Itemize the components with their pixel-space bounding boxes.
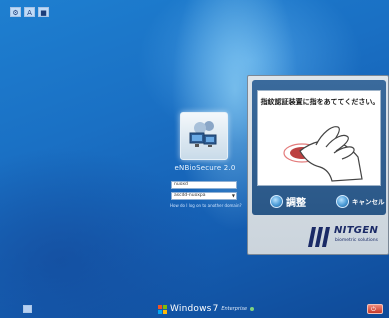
user-name: eNBioSecure 2.0 <box>174 164 236 172</box>
settings-icon[interactable]: ⚙ <box>10 7 21 17</box>
hand-on-sensor-icon <box>283 126 363 182</box>
top-toolbar: ⚙ A ■ <box>10 7 49 17</box>
windows-branding: Windows 7 Enterprise <box>158 304 255 314</box>
nitgen-logo-icon <box>308 227 330 247</box>
cancel-button[interactable]: キャンセル <box>336 193 385 209</box>
domain-value: ascdd-nuoxpa <box>174 193 206 198</box>
version-label: 7 <box>212 304 219 314</box>
brand-name: NITGEN <box>334 225 379 236</box>
cancel-label: キャンセル <box>352 198 385 206</box>
edition-label: Enterprise <box>221 306 248 312</box>
username-field[interactable]: nuoxd <box>171 181 237 189</box>
instruction-box: 指紋認証装置に指をあててください。 <box>257 90 381 186</box>
fingerprint-dialog: 指紋認証装置に指をあててください。 調整 キャンセル NITGEN biomet… <box>247 75 389 255</box>
windows-label: Windows <box>170 304 212 314</box>
windows-logo-icon <box>158 304 167 314</box>
monitor-icon[interactable]: ■ <box>38 7 49 17</box>
cancel-icon <box>336 194 349 208</box>
adjust-button[interactable]: 調整 <box>270 193 306 209</box>
adjust-label: 調整 <box>286 197 306 209</box>
nitgen-logo: NITGEN biometric solutions <box>304 221 388 251</box>
status-dot <box>250 307 255 311</box>
ease-of-access-icon[interactable] <box>23 305 32 313</box>
power-icon: ⏻ <box>371 306 376 313</box>
chevron-down-icon: ▼ <box>231 193 235 198</box>
brand-tagline: biometric solutions <box>335 238 378 243</box>
language-icon[interactable]: A <box>24 7 35 17</box>
instruction-text: 指紋認証装置に指をあててください。 <box>260 98 380 106</box>
domain-select[interactable]: ascdd-nuoxpa ▼ <box>171 192 237 200</box>
adjust-icon <box>270 194 283 208</box>
fingerprint-panel: 指紋認証装置に指をあててください。 調整 キャンセル <box>252 80 386 215</box>
user-tile[interactable] <box>180 112 228 160</box>
network-computer-icon <box>189 121 217 147</box>
shutdown-button[interactable]: ⏻ <box>367 304 383 314</box>
switch-domain-link[interactable]: How do I log on to another domain? <box>170 203 242 208</box>
